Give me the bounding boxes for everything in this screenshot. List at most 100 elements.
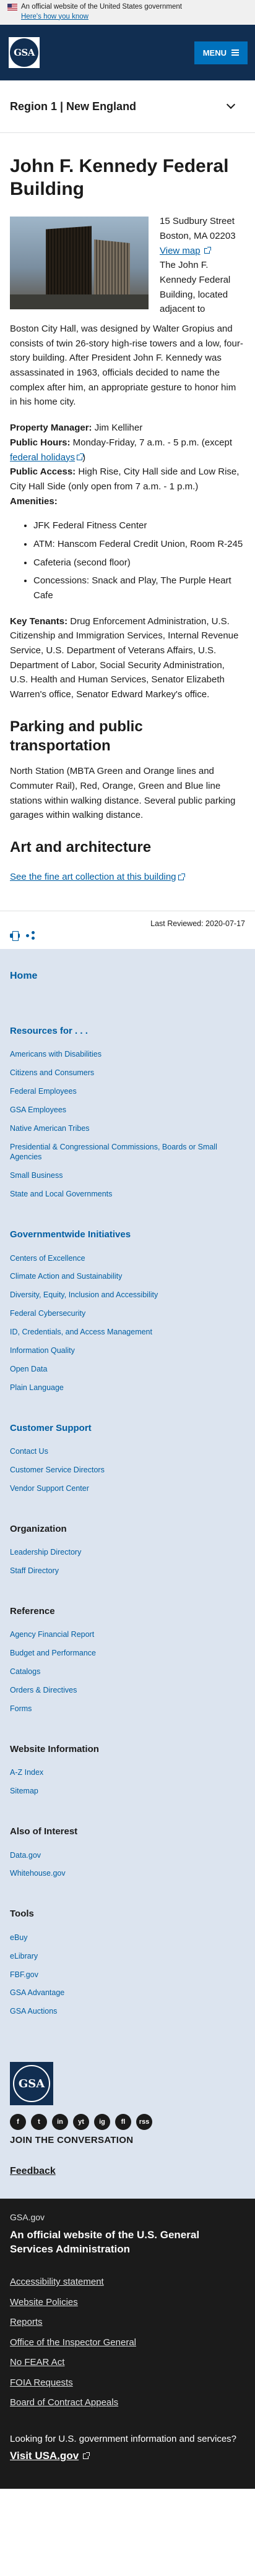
rss-icon[interactable]: rss — [136, 2114, 152, 2131]
footer-link[interactable]: GSA Employees — [10, 1106, 66, 1114]
footer-link[interactable]: Vendor Support Center — [10, 1484, 89, 1493]
footer-link[interactable]: Native American Tribes — [10, 1124, 90, 1133]
footer-link[interactable]: Catalogs — [10, 1667, 40, 1676]
footer-link[interactable]: Agency Financial Report — [10, 1630, 94, 1639]
gsa-logo[interactable]: GSA — [9, 37, 40, 68]
public-hours: Public Hours: Monday-Friday, 7 a.m. - 5 … — [10, 436, 245, 465]
footer-link[interactable]: Centers of Excellence — [10, 1254, 85, 1263]
footer-list-item: Whitehouse.gov — [10, 1868, 245, 1879]
footer-link[interactable]: GSA Advantage — [10, 1988, 64, 1997]
footer-link[interactable]: Federal Employees — [10, 1087, 77, 1096]
feedback-link[interactable]: Feedback — [10, 2164, 245, 2186]
no-fear-act-link[interactable]: No FEAR Act — [10, 2357, 64, 2368]
visit-usa-gov-label: Visit USA.gov — [10, 2450, 79, 2462]
footer-list-item: GSA Employees — [10, 1105, 245, 1115]
share-icon[interactable] — [26, 931, 35, 940]
reports-link[interactable]: Reports — [10, 2317, 43, 2327]
footer-link[interactable]: GSA Auctions — [10, 2007, 57, 2016]
footer-link[interactable]: Federal Cybersecurity — [10, 1309, 85, 1318]
footer-link[interactable]: Small Business — [10, 1171, 63, 1180]
footer-list-item: Orders & Directives — [10, 1685, 245, 1696]
identifier-links: Accessibility statement Website Policies… — [10, 2275, 245, 2410]
youtube-icon[interactable]: yt — [73, 2114, 89, 2131]
instagram-icon[interactable]: ig — [94, 2114, 110, 2131]
view-map-link[interactable]: View map — [160, 244, 211, 259]
footer-link[interactable]: Budget and Performance — [10, 1649, 96, 1657]
usa-question: Looking for U.S. government information … — [10, 2433, 237, 2444]
accessibility-link[interactable]: Accessibility statement — [10, 2277, 104, 2287]
building-facts: Property Manager: Jim Kelliher Public Ho… — [10, 421, 245, 509]
footer-link[interactable]: Whitehouse.gov — [10, 1869, 66, 1878]
footer-link[interactable]: Staff Directory — [10, 1566, 59, 1575]
property-manager-label: Property Manager: — [10, 423, 92, 434]
identifier-item: No FEAR Act — [10, 2356, 245, 2370]
twitter-icon[interactable]: t — [31, 2114, 47, 2131]
public-hours-value: Monday-Friday, 7 a.m. - 5 p.m. (except — [70, 437, 232, 448]
footer-link[interactable]: Orders & Directives — [10, 1686, 77, 1694]
footer-list-item: Native American Tribes — [10, 1123, 245, 1134]
public-access: Public Access: High Rise, City Hall side… — [10, 465, 245, 494]
footer-link[interactable]: Citizens and Consumers — [10, 1068, 94, 1077]
footer-link[interactable]: eLibrary — [10, 1952, 38, 1960]
main-content: John F. Kennedy Federal Building 15 Sudb… — [0, 155, 255, 885]
key-tenants-label: Key Tenants: — [10, 616, 68, 627]
building-photo — [10, 217, 149, 310]
print-icon[interactable] — [10, 931, 20, 942]
menu-button[interactable]: MENU — [194, 41, 248, 64]
external-link-icon — [83, 2452, 90, 2459]
footer-link[interactable]: Forms — [10, 1704, 32, 1713]
footer-list-item: Information Quality — [10, 1346, 245, 1356]
footer-link[interactable]: State and Local Governments — [10, 1190, 112, 1198]
footer-link[interactable]: Leadership Directory — [10, 1548, 81, 1556]
footer-list-item: Leadership Directory — [10, 1547, 245, 1558]
linkedin-icon[interactable]: in — [52, 2114, 68, 2131]
foia-link[interactable]: FOIA Requests — [10, 2377, 73, 2388]
visit-usa-gov-link[interactable]: Visit USA.gov — [10, 2448, 90, 2464]
gsa-footer-logo-text: GSA — [13, 2065, 50, 2103]
footer-link[interactable]: Plain Language — [10, 1383, 64, 1392]
federal-holidays-link[interactable]: federal holidays — [10, 452, 75, 463]
footer-link[interactable]: Diversity, Equity, Inclusion and Accessi… — [10, 1290, 158, 1299]
oig-link[interactable]: Office of the Inspector General — [10, 2337, 136, 2348]
footer-home-link[interactable]: Home — [10, 949, 245, 984]
footer-list-item: Small Business — [10, 1170, 245, 1181]
heres-how-you-know-toggle[interactable]: Here's how you know — [21, 12, 89, 22]
footer-list-item: Diversity, Equity, Inclusion and Accessi… — [10, 1290, 245, 1300]
amenities-label: Amenities: — [10, 496, 58, 507]
footer-link[interactable]: ID, Credentials, and Access Management — [10, 1328, 152, 1336]
footer-link[interactable]: Climate Action and Sustainability — [10, 1272, 122, 1281]
footer-link[interactable]: Contact Us — [10, 1447, 48, 1456]
gsa-footer-logo[interactable]: GSA — [10, 2062, 53, 2106]
website-policies-link[interactable]: Website Policies — [10, 2297, 78, 2308]
join-conversation: JOIN THE CONVERSATION — [10, 2135, 134, 2146]
identifier-item: Office of the Inspector General — [10, 2336, 245, 2350]
region-accordion[interactable]: Region 1 | New England — [0, 80, 255, 133]
footer-list-item: Plain Language — [10, 1383, 245, 1393]
property-manager-value: Jim Kelliher — [92, 423, 143, 434]
footer-section-list: Centers of Excellence Climate Action and … — [10, 1253, 245, 1393]
gsa-logo-text: GSA — [10, 38, 38, 67]
footer-list-item: Vendor Support Center — [10, 1483, 245, 1494]
contract-appeals-link[interactable]: Board of Contract Appeals — [10, 2397, 118, 2408]
footer-link[interactable]: Sitemap — [10, 1787, 38, 1795]
footer-link[interactable]: FBF.gov — [10, 1970, 38, 1979]
footer-link[interactable]: Information Quality — [10, 1346, 75, 1355]
footer-section-list: A-Z Index Sitemap — [10, 1767, 245, 1797]
footer-link[interactable]: A-Z Index — [10, 1768, 43, 1777]
footer-link[interactable]: eBuy — [10, 1933, 28, 1942]
footer-link[interactable]: Customer Service Directors — [10, 1466, 105, 1474]
footer-section-heading: Reference — [10, 1605, 55, 1616]
identifier-item: Website Policies — [10, 2296, 245, 2310]
flickr-icon[interactable]: fl — [115, 2114, 131, 2131]
footer-link[interactable]: Data.gov — [10, 1851, 41, 1860]
footer-link[interactable]: Presidential & Congressional Commissions… — [10, 1143, 217, 1162]
footer-link[interactable]: Americans with Disabilities — [10, 1050, 102, 1058]
official-banner-text: An official website of the United States… — [21, 3, 182, 11]
footer-list-item: Presidential & Congressional Commissions… — [10, 1142, 245, 1163]
ground-shape — [10, 294, 149, 310]
footer-list-item: Citizens and Consumers — [10, 1068, 245, 1078]
footer-list-item: Catalogs — [10, 1667, 245, 1677]
fine-art-link[interactable]: See the fine art collection at this buil… — [10, 870, 185, 885]
footer-link[interactable]: Open Data — [10, 1365, 47, 1373]
facebook-icon[interactable]: f — [10, 2114, 26, 2131]
